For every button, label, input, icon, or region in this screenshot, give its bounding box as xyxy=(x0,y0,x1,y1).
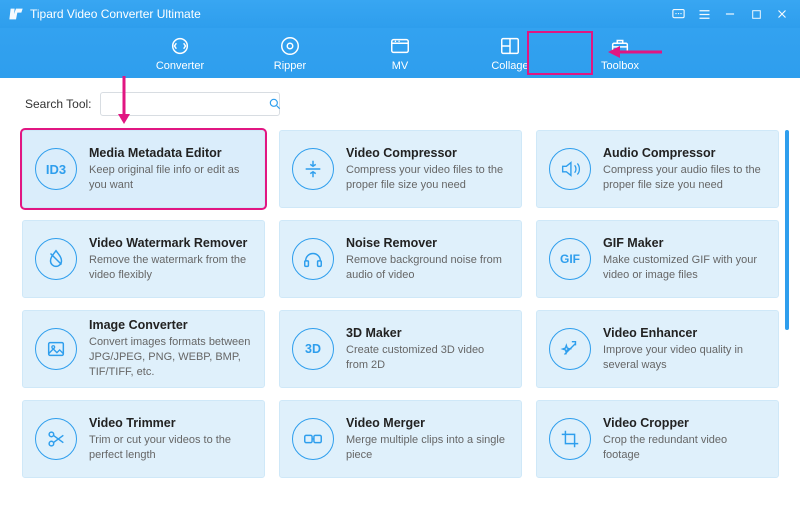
tool-desc: Convert images formats between JPG/JPEG,… xyxy=(89,335,252,380)
tool-title: Image Converter xyxy=(89,318,252,332)
tool-desc: Crop the redundant video footage xyxy=(603,433,766,463)
search-label: Search Tool: xyxy=(25,97,92,111)
tool-grid: ID3 Media Metadata Editor Keep original … xyxy=(22,130,779,478)
titlebar: Tipard Video Converter Ultimate xyxy=(0,0,800,28)
tool-desc: Improve your video quality in several wa… xyxy=(603,343,766,373)
app-logo-icon xyxy=(8,6,24,22)
tool-video-watermark-remover[interactable]: Video Watermark Remover Remove the water… xyxy=(22,220,265,298)
tool-desc: Remove the watermark from the video flex… xyxy=(89,253,252,283)
crop-icon xyxy=(549,418,591,460)
tool-noise-remover[interactable]: Noise Remover Remove background noise fr… xyxy=(279,220,522,298)
tool-title: Video Merger xyxy=(346,416,509,430)
tab-collage[interactable]: Collage xyxy=(480,28,540,78)
audio-compress-icon xyxy=(549,148,591,190)
tab-converter[interactable]: Converter xyxy=(150,28,210,78)
close-button[interactable] xyxy=(772,4,792,24)
search-row: Search Tool: xyxy=(22,92,778,116)
tool-desc: Merge multiple clips into a single piece xyxy=(346,433,509,463)
search-box xyxy=(100,92,280,116)
tool-title: Noise Remover xyxy=(346,236,509,250)
tool-title: Audio Compressor xyxy=(603,146,766,160)
tool-desc: Keep original file info or edit as you w… xyxy=(89,163,252,193)
minimize-button[interactable] xyxy=(720,4,740,24)
search-icon[interactable] xyxy=(268,97,282,111)
tab-ripper[interactable]: Ripper xyxy=(260,28,320,78)
watermark-icon xyxy=(35,238,77,280)
tool-desc: Compress your video files to the proper … xyxy=(346,163,509,193)
tab-label: Collage xyxy=(491,60,528,72)
id3-icon: ID3 xyxy=(35,148,77,190)
tool-video-compressor[interactable]: Video Compressor Compress your video fil… xyxy=(279,130,522,208)
tool-desc: Compress your audio files to the proper … xyxy=(603,163,766,193)
tool-title: Video Watermark Remover xyxy=(89,236,252,250)
ripper-icon xyxy=(278,35,302,57)
tool-video-merger[interactable]: Video Merger Merge multiple clips into a… xyxy=(279,400,522,478)
app-title: Tipard Video Converter Ultimate xyxy=(30,7,201,21)
feedback-icon[interactable] xyxy=(668,4,688,24)
tool-title: Media Metadata Editor xyxy=(89,146,252,160)
search-input[interactable] xyxy=(107,94,262,114)
tool-audio-compressor[interactable]: Audio Compressor Compress your audio fil… xyxy=(536,130,779,208)
image-icon xyxy=(35,328,77,370)
tool-gif-maker[interactable]: GIF GIF Maker Make customized GIF with y… xyxy=(536,220,779,298)
tool-desc: Remove background noise from audio of vi… xyxy=(346,253,509,283)
tool-3d-maker[interactable]: 3D 3D Maker Create customized 3D video f… xyxy=(279,310,522,388)
tab-label: MV xyxy=(392,60,409,72)
merge-icon xyxy=(292,418,334,460)
toolbox-icon xyxy=(608,35,632,57)
tab-label: Toolbox xyxy=(601,60,639,72)
tab-label: Ripper xyxy=(274,60,306,72)
trim-icon xyxy=(35,418,77,460)
compress-icon xyxy=(292,148,334,190)
mv-icon xyxy=(388,35,412,57)
tool-video-trimmer[interactable]: Video Trimmer Trim or cut your videos to… xyxy=(22,400,265,478)
tab-label: Converter xyxy=(156,60,204,72)
tool-title: GIF Maker xyxy=(603,236,766,250)
noise-icon xyxy=(292,238,334,280)
tool-title: Video Compressor xyxy=(346,146,509,160)
converter-icon xyxy=(168,35,192,57)
main-body: Search Tool: ID3 Media Metadata Editor K… xyxy=(0,78,800,519)
3d-icon: 3D xyxy=(292,328,334,370)
tool-image-converter[interactable]: Image Converter Convert images formats b… xyxy=(22,310,265,388)
maximize-button[interactable] xyxy=(746,4,766,24)
tool-desc: Make customized GIF with your video or i… xyxy=(603,253,766,283)
tool-video-enhancer[interactable]: Video Enhancer Improve your video qualit… xyxy=(536,310,779,388)
menu-icon[interactable] xyxy=(694,4,714,24)
tab-toolbox[interactable]: Toolbox xyxy=(590,28,650,78)
enhance-icon xyxy=(549,328,591,370)
tool-title: Video Trimmer xyxy=(89,416,252,430)
scrollbar-thumb[interactable] xyxy=(785,130,789,330)
tool-desc: Create customized 3D video from 2D xyxy=(346,343,509,373)
tab-mv[interactable]: MV xyxy=(370,28,430,78)
tool-title: Video Enhancer xyxy=(603,326,766,340)
gif-icon: GIF xyxy=(549,238,591,280)
tool-video-cropper[interactable]: Video Cropper Crop the redundant video f… xyxy=(536,400,779,478)
tool-title: Video Cropper xyxy=(603,416,766,430)
header-tabs: Converter Ripper MV Collage Toolbox xyxy=(0,28,800,78)
tool-title: 3D Maker xyxy=(346,326,509,340)
tool-media-metadata-editor[interactable]: ID3 Media Metadata Editor Keep original … xyxy=(22,130,265,208)
collage-icon xyxy=(498,35,522,57)
tool-desc: Trim or cut your videos to the perfect l… xyxy=(89,433,252,463)
